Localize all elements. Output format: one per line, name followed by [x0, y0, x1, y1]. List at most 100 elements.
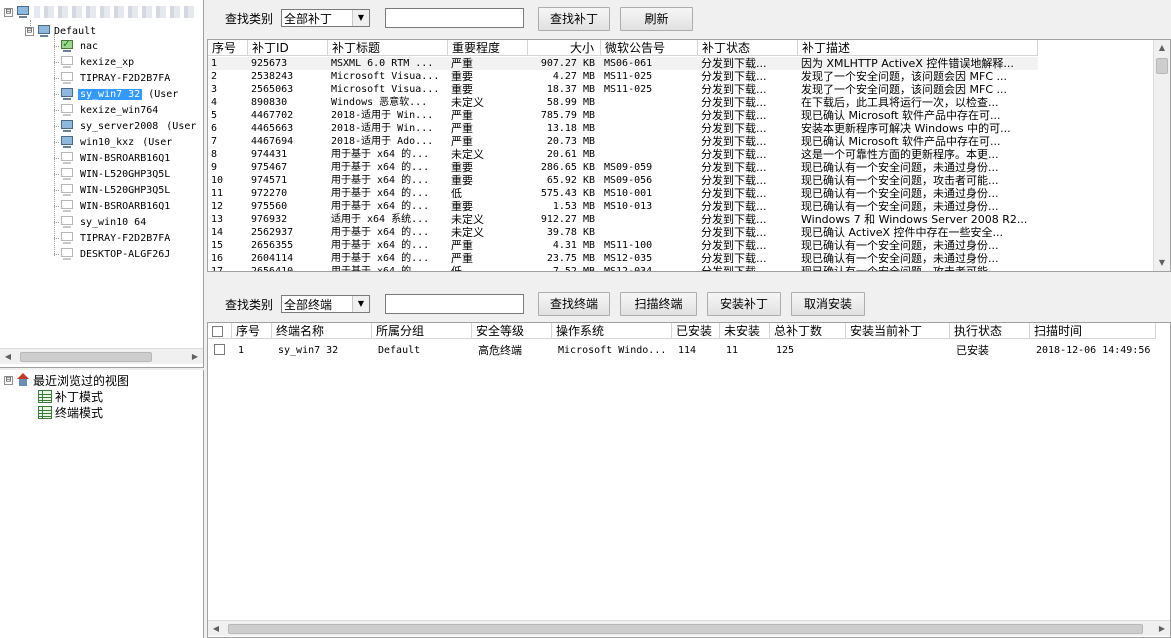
patch-row[interactable]: 12 975560 用于基于 x64 的... 重要 1.53 MB MS10-013 分发… [208, 200, 1038, 213]
patch-row[interactable]: 16 2604114 用于基于 x64 的... 严重 23.75 MB MS12-035… [208, 252, 1038, 265]
terminal-row[interactable]: 1 sy_win7 32 Default 高危终端 Microsoft Windo...… [208, 340, 1156, 360]
patch-row[interactable]: 1 925673 MSXML 6.0 RTM ... 严重 907.27 KB MS06-… [208, 57, 1038, 70]
patch-row[interactable]: 15 2656355 用于基于 x64 的... 严重 4.31 MB MS11-100 分… [208, 239, 1038, 252]
tree-group-default[interactable]: ⊟ Default [25, 24, 96, 38]
patch-column-header[interactable]: 补丁标题 [328, 40, 448, 56]
patch-row[interactable]: 3 2565063 Microsoft Visua... 重要 18.37 MB MS11… [208, 83, 1038, 96]
patch-column-header[interactable]: 补丁描述 [798, 40, 1038, 56]
patch-column-header[interactable]: 重要程度 [448, 40, 528, 56]
tree-computer-item[interactable]: sy_win10 64 [54, 214, 148, 230]
terminal-column-header[interactable]: 操作系统 [552, 323, 672, 339]
tree-computer-item[interactable]: DESKTOP-ALGF26J [54, 246, 172, 262]
terminal-column-header[interactable]: 已安装 [672, 323, 720, 339]
patch-column-header[interactable]: 序号 [208, 40, 248, 56]
patch-category-select[interactable]: 全部补丁 ▼ [281, 9, 370, 27]
tree-computer-item[interactable]: win10_kxz (User [54, 134, 172, 150]
terminal-table: 序号 终端名称 所属分组 安全等级 操作系统 已安装 未安装 总补丁数 安装当前补丁 执行状态 扫描… [207, 322, 1171, 638]
tree-computer-item[interactable]: sy_win7 32 (User [54, 86, 178, 102]
patch-row[interactable]: 11 972270 用于基于 x64 的... 低 575.43 KB MS10-001 分… [208, 187, 1038, 200]
terminal-column-header[interactable]: 执行状态 [950, 323, 1030, 339]
find-terminal-button[interactable]: 查找终端 [538, 292, 610, 316]
terminal-table-header: 序号 终端名称 所属分组 安全等级 操作系统 已安装 未安装 总补丁数 安装当前补丁 执行状态 扫描… [208, 323, 1156, 339]
patch-cell: 现已确认有一个安全问题，未通过身份... [801, 252, 999, 265]
scroll-up-icon[interactable]: ▲ [1154, 40, 1170, 56]
patch-row[interactable]: 2 2538243 Microsoft Visua... 重要 4.27 MB MS11-… [208, 70, 1038, 83]
scan-terminal-button[interactable]: 扫描终端 [620, 292, 697, 316]
find-patch-button[interactable]: 查找补丁 [538, 7, 610, 31]
patch-row[interactable]: 4 890830 Windows 恶意软... 未定义 58.99 MB 分发到下载...… [208, 96, 1038, 109]
terminal-column-header[interactable]: 所属分组 [372, 323, 472, 339]
terminal-column-header[interactable]: 安装当前补丁 [846, 323, 950, 339]
tree-computer-item[interactable]: nac [54, 37, 100, 54]
tree-root[interactable]: ⊟ [4, 4, 194, 20]
row-checkbox[interactable] [208, 344, 232, 357]
patch-row[interactable]: 8 974431 用于基于 x64 的... 未定义 20.61 MB 分发到下载... 这… [208, 148, 1038, 161]
terminal-column-header[interactable]: 安全等级 [472, 323, 552, 339]
group-expander[interactable]: ⊟ [25, 26, 34, 36]
chevron-down-icon[interactable]: ▼ [352, 296, 369, 312]
patch-column-header[interactable]: 补丁ID [248, 40, 328, 56]
tree-root-expander[interactable]: ⊟ [4, 7, 13, 17]
patch-cell: 1 [211, 58, 218, 69]
patch-vertical-scrollbar[interactable]: ▲ ▼ [1153, 40, 1170, 271]
scroll-down-icon[interactable]: ▼ [1154, 255, 1170, 271]
scroll-thumb[interactable] [1156, 58, 1168, 74]
scroll-left-icon[interactable]: ◀ [0, 349, 16, 365]
terminal-cell: 1 [238, 344, 245, 356]
patch-search-input[interactable] [385, 8, 524, 28]
tree-computer-item[interactable]: kexize_win764 [54, 102, 160, 118]
scroll-thumb[interactable] [20, 352, 152, 362]
scroll-right-icon[interactable]: ▶ [1154, 621, 1170, 637]
computer-tree[interactable]: ⊟ ⊟ Default nac kexize_xp TIPRAY-F2D2B7FA s… [0, 0, 204, 368]
tree-computer-item[interactable]: TIPRAY-F2D2B7FA [54, 70, 172, 86]
install-patch-button[interactable]: 安装补丁 [707, 292, 781, 316]
patch-cell: 18.37 MB [546, 84, 595, 95]
tree-computer-item[interactable]: WIN-L520GHP3Q5L [54, 166, 172, 182]
scroll-thumb[interactable] [228, 624, 1143, 634]
tree-computer-item[interactable]: WIN-L520GHP3Q5L [54, 182, 172, 198]
refresh-button[interactable]: 刷新 [620, 7, 693, 31]
tree-computer-item[interactable]: kexize_xp [54, 54, 136, 70]
terminal-column-header[interactable]: 序号 [232, 323, 272, 339]
tree-computer-item[interactable]: WIN-BSROARB16Q1 [54, 150, 172, 166]
scroll-left-icon[interactable]: ◀ [208, 621, 224, 637]
patch-row[interactable]: 5 4467702 2018-适用于 Win... 严重 785.79 MB 分发到下载.… [208, 109, 1038, 122]
cancel-install-button[interactable]: 取消安装 [791, 292, 865, 316]
terminal-column-header[interactable]: 终端名称 [272, 323, 372, 339]
patch-row[interactable]: 14 2562937 用于基于 x64 的... 未定义 39.78 KB 分发到下载..… [208, 226, 1038, 239]
terminal-cell: 2018-12-06 14:49:56 [1036, 344, 1151, 356]
terminal-column-header[interactable]: 总补丁数 [770, 323, 846, 339]
recent-views-node[interactable]: ⊟ 最近浏览过的视图 [4, 372, 129, 388]
patch-row[interactable]: 9 975467 用于基于 x64 的... 重要 286.65 KB MS09-059 分… [208, 161, 1038, 174]
patch-column-header[interactable]: 补丁状态 [698, 40, 798, 56]
patch-column-header[interactable]: 微软公告号 [601, 40, 698, 56]
views-expander[interactable]: ⊟ [4, 375, 13, 385]
patch-row[interactable]: 7 4467694 2018-适用于 Ado... 严重 20.73 MB 分发到下载..… [208, 135, 1038, 148]
terminal-column-header[interactable]: 扫描时间 [1030, 323, 1156, 339]
patch-cell [601, 226, 698, 239]
patch-row[interactable]: 13 976932 适用于 x64 系统... 未定义 912.27 MB 分发到下载..… [208, 213, 1038, 226]
checkbox-icon[interactable] [212, 326, 223, 337]
scroll-right-icon[interactable]: ▶ [187, 349, 203, 365]
terminal-category-select[interactable]: 全部终端 ▼ [281, 295, 370, 313]
tree-computer-item[interactable]: TIPRAY-F2D2B7FA [54, 230, 172, 246]
terminal-horizontal-scrollbar[interactable]: ◀ ▶ [208, 620, 1170, 636]
tree-item-label: WIN-L520GHP3Q5L [80, 168, 171, 180]
patch-row[interactable]: 6 4465663 2018-适用于 Win... 严重 13.18 MB 分发到下载..… [208, 122, 1038, 135]
chevron-down-icon[interactable]: ▼ [352, 10, 369, 26]
terminal-column-header[interactable]: 未安装 [720, 323, 770, 339]
checkbox-icon[interactable] [214, 344, 225, 355]
patch-cell: 分发到下载... [701, 57, 767, 70]
tree-computer-item[interactable]: WIN-BSROARB16Q1 [54, 198, 172, 214]
patch-row[interactable]: 17 2656410 用于基于 x64 的... 低 7.52 MB MS12-034 分发… [208, 265, 1038, 271]
terminal-search-input[interactable] [385, 294, 524, 314]
computer-icon [59, 135, 75, 149]
patch-column-header[interactable]: 大小 [528, 40, 601, 56]
select-all-checkbox[interactable] [208, 323, 232, 339]
patch-row[interactable]: 10 974571 用于基于 x64 的... 重要 65.92 KB MS09-056 分… [208, 174, 1038, 187]
patch-cell: 2018-适用于 Win... [331, 123, 434, 134]
tree-horizontal-scrollbar[interactable]: ◀ ▶ [0, 348, 203, 364]
tree-computer-item[interactable]: sy_server2008 (User [54, 118, 196, 134]
view-patch-mode[interactable]: 补丁模式 [38, 388, 103, 404]
view-terminal-mode[interactable]: 终端模式 [38, 404, 103, 420]
